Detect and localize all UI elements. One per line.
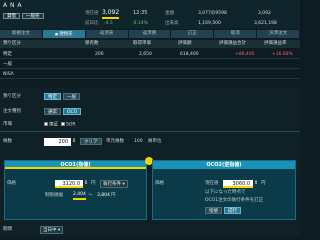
account-tokutei-button[interactable]: 特定 (44, 93, 61, 100)
stock-name: A N A (3, 2, 23, 9)
row-pl-pct: +16.68% (272, 52, 293, 57)
row-account: NISA (3, 72, 14, 77)
market-sor-checkbox[interactable] (61, 122, 65, 126)
oco2-title: OCO2(逆指値) (153, 161, 295, 169)
market-tse-label: 東証 (49, 122, 58, 128)
unit-value: 100 (134, 139, 143, 144)
stock-header: A N A 貸借 一般売 現在値 3,092 12:35 前日比 -4.5 -0… (0, 0, 300, 29)
oco2-trigger-stepper-icon[interactable]: ⇕ (254, 181, 258, 186)
unit-label: 単元株数 (106, 139, 124, 144)
col-pl-pct: 評価損益率 (264, 41, 287, 46)
tag-margin: 貸借 (3, 13, 20, 19)
table-row: NISA (0, 70, 300, 79)
tab-settle[interactable]: 決済注文 (257, 30, 300, 38)
table-row: 特定 200 2,650 618,400 +88,400 +16.68% (0, 50, 300, 59)
order-type-selector: 通常 OCO (44, 108, 82, 115)
chevron-down-icon: ▾ (57, 228, 61, 233)
oco2-limit-button[interactable]: 指値 (205, 207, 222, 214)
oco1-price-label: 価格 (7, 181, 16, 186)
chevron-down-icon: ▾ (122, 182, 125, 187)
oco2-exec-type-selector: 指値 成行 (205, 207, 241, 214)
change-value: -4.5 (104, 21, 113, 26)
col-quantity: 保有数 (85, 41, 99, 46)
oco1-price-stepper-icon[interactable]: ⇕ (84, 181, 88, 186)
row-account: 一般 (3, 62, 12, 67)
holdings-header: 預り区分 保有数 取得単価 評価額 評価損益合計 評価損益率 (0, 40, 300, 48)
market-tse-checkbox[interactable] (44, 122, 48, 126)
oco2-note-2: OCO1注文の執行条件を訂正 (205, 198, 264, 203)
current-price-label: 現在値 (85, 11, 99, 16)
period-value: 当日中 (43, 228, 57, 233)
tab-new-order[interactable]: 新規注文 (0, 30, 43, 38)
col-avg-price: 取得単価 (133, 41, 151, 46)
order-type-oco-button[interactable]: OCO (63, 108, 82, 115)
table-row: 一般 (0, 60, 300, 69)
trading-app: A N A 貸借 一般売 現在値 3,092 12:35 前日比 -4.5 -0… (0, 0, 300, 237)
stat-value-1b: 3,092 (258, 11, 271, 16)
market-selector: 東証 SOR (44, 122, 76, 128)
order-type-label: 注文種別 (3, 109, 21, 114)
quantity-input[interactable]: 200 (44, 138, 71, 146)
market-tse-option[interactable]: 東証 (44, 122, 58, 128)
oco2-price-label: 価格 (155, 181, 164, 186)
change-label: 前日比 (85, 21, 99, 26)
unit-suffix: 株単位 (148, 139, 162, 144)
oco2-trigger-label: 現在値 (205, 181, 219, 186)
market-sor-label: SOR (66, 122, 76, 128)
stat-label-1: 金額 (165, 11, 174, 16)
divider (0, 131, 300, 132)
clear-button[interactable]: クリア (80, 138, 102, 145)
quantity-label: 株数 (3, 139, 12, 144)
stat-value-2: 1,169,500 (198, 21, 221, 26)
stock-tags: 貸借 一般売 (3, 13, 44, 19)
oco1-title: OCO1(指値) (5, 161, 146, 169)
tab-repay-sell[interactable]: 返済売 (85, 30, 129, 38)
stat-value-2b: 3,621,198 (254, 21, 277, 26)
oco1-price-input[interactable]: 3120.0 (55, 180, 83, 188)
oco1-exec-condition-select[interactable]: 執行条件 ▾ (100, 180, 128, 188)
account-type-label: 預り区分 (3, 94, 21, 99)
market-label: 市場 (3, 122, 12, 127)
oco1-yen: 円 (91, 181, 96, 186)
oco2-panel: OCO2(逆指値) 価格 現在値 3060.0 ⇕ 円 以下になった時点で OC… (152, 160, 296, 220)
stat-value-1: 3,077の9598 (198, 11, 227, 16)
oco2-market-button[interactable]: 成行 (224, 207, 241, 214)
col-account: 預り区分 (3, 41, 21, 46)
period-label: 期間 (3, 227, 12, 232)
oco1-limit-label: 制限値幅 (45, 193, 63, 198)
period-row: 期間 当日中 ▾ (0, 224, 300, 237)
period-select[interactable]: 当日中 ▾ (40, 226, 64, 234)
price-time: 12:35 (133, 10, 148, 16)
tab-modify[interactable]: 訂正 (171, 30, 215, 38)
market-sor-option[interactable]: SOR (61, 122, 76, 128)
account-ippan-button[interactable]: 一般 (63, 93, 80, 100)
row-quantity: 200 (95, 52, 104, 57)
oco2-yen: 円 (261, 181, 266, 186)
oco1-exec-condition-label: 執行条件 (103, 182, 121, 187)
row-avg-price: 2,650 (139, 52, 152, 57)
oco1-limit-low: 2,404 (73, 192, 86, 200)
tab-repay-buy[interactable]: 返済買 (128, 30, 172, 38)
oco1-panel: OCO1(指値) 価格 3120.0 ⇕ 円 執行条件 ▾ 制限値幅 2,404… (4, 160, 147, 220)
tab-cancel[interactable]: 取消 (214, 30, 258, 38)
col-valuation: 評価額 (178, 41, 192, 46)
account-type-selector: 特定 一般 (44, 93, 80, 100)
oco2-trigger-input[interactable]: 3060.0 (223, 180, 253, 188)
stat-label-2: 出来高 (165, 21, 179, 26)
order-type-normal-button[interactable]: 通常 (44, 108, 61, 115)
oco2-note-1: 以下になった時点で (205, 190, 246, 195)
order-tabs: 新規注文 現物売 返済売 返済買 訂正 取消 決済注文 (0, 30, 300, 38)
oco1-limit-sep: ～ (88, 193, 93, 198)
oco1-limit-unit: 円 (111, 193, 116, 198)
tag-general: 一般売 (22, 13, 44, 19)
oco1-limit-high: 3,804 (97, 193, 110, 198)
quantity-stepper-icon[interactable]: ⇕ (72, 139, 76, 144)
row-pl-total: +88,400 (235, 52, 255, 57)
change-pct: -0.14% (132, 21, 148, 26)
tab-spot-sell[interactable]: 現物売 (42, 30, 86, 38)
col-pl-total: 評価損益合計 (219, 41, 246, 46)
current-price: 3,092 (102, 10, 120, 19)
row-valuation: 618,400 (180, 52, 199, 57)
row-account: 特定 (3, 52, 12, 57)
